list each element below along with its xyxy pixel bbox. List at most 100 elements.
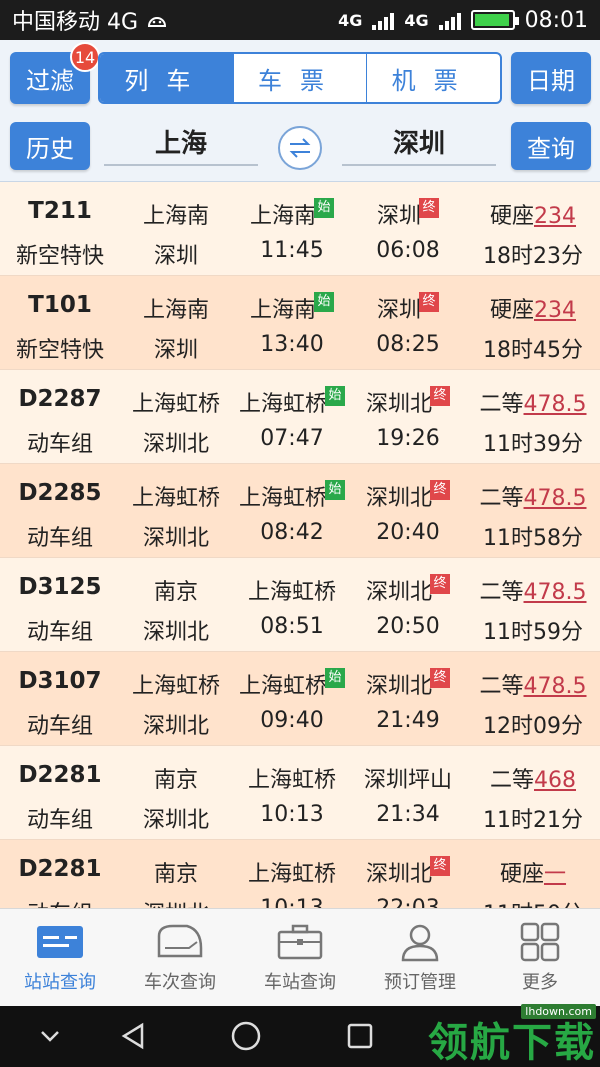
arrive-time-text: 06:08 bbox=[376, 238, 440, 263]
terminal-station: 深圳北 bbox=[118, 896, 234, 908]
watermark: lhdown.com 领航下载 bbox=[428, 1000, 596, 1067]
price-link[interactable]: 478.5 bbox=[524, 392, 587, 417]
end-tag: 终 bbox=[430, 856, 450, 876]
depart-station-text: 上海虹桥 bbox=[238, 674, 327, 699]
arrive-station: 深圳北终 bbox=[350, 668, 466, 700]
seat-class-text: 二等 bbox=[479, 392, 524, 417]
terminal-station-text: 深圳北 bbox=[142, 432, 209, 457]
train-type-text: 动车组 bbox=[26, 808, 93, 833]
table-row[interactable]: D2285 动车组 上海虹桥 深圳北 上海虹桥始 08:42 深圳北终 20:40 二等478.… bbox=[0, 464, 600, 558]
price-link[interactable]: 234 bbox=[534, 204, 576, 229]
nav-booking-manage-label: 预订管理 bbox=[384, 971, 456, 993]
nav-station-query[interactable]: 站站查询 bbox=[0, 909, 120, 1006]
seat-class: 硬座一 bbox=[466, 856, 600, 888]
depart-time: 07:47 bbox=[234, 426, 350, 451]
depart-time: 09:40 bbox=[234, 708, 350, 733]
home-icon[interactable] bbox=[230, 1020, 262, 1052]
search-button[interactable]: 查询 bbox=[511, 122, 591, 170]
tab-flight[interactable]: 机票 bbox=[366, 54, 500, 102]
depart-time-text: 13:40 bbox=[260, 332, 324, 357]
terminal-station: 深圳北 bbox=[118, 708, 234, 740]
arrive-station-text: 深圳北 bbox=[365, 674, 432, 699]
depart-time: 11:45 bbox=[234, 238, 350, 263]
price-link[interactable]: 一 bbox=[544, 862, 566, 887]
end-tag: 终 bbox=[430, 574, 450, 594]
depart-station: 上海虹桥 bbox=[234, 856, 350, 888]
table-row[interactable]: D2281动车组南京深圳北上海虹桥10:13深圳北终22:03硬座一11时50分 bbox=[0, 840, 600, 908]
arrive-station: 深圳坪山 bbox=[350, 762, 466, 794]
depart-time-text: 11:45 bbox=[260, 238, 324, 263]
depart-station-text: 上海南 bbox=[249, 298, 316, 323]
travel-duration: 11时21分 bbox=[466, 802, 600, 834]
travel-duration-text: 18时23分 bbox=[483, 244, 583, 269]
arrive-time: 08:25 bbox=[350, 332, 466, 357]
recents-icon[interactable] bbox=[344, 1020, 376, 1052]
arrive-station-text: 深圳北 bbox=[365, 486, 432, 511]
price-link[interactable]: 478.5 bbox=[524, 674, 587, 699]
filter-button[interactable]: 过滤 14 bbox=[10, 42, 100, 104]
signal-icon bbox=[372, 10, 395, 30]
depart-time-text: 10:13 bbox=[260, 802, 324, 827]
table-row[interactable]: T211 新空特快 上海南 深圳 上海南始 11:45 深圳终 06:08 硬座234 18时23… bbox=[0, 182, 600, 276]
travel-duration: 18时45分 bbox=[466, 332, 600, 364]
filter-label: 过滤 bbox=[26, 66, 74, 95]
back-icon[interactable] bbox=[118, 1020, 150, 1052]
price-link[interactable]: 468 bbox=[534, 768, 576, 793]
table-row[interactable]: T101 新空特快 上海南 深圳 上海南始 13:40 深圳终 08:25 硬座234 18时45… bbox=[0, 276, 600, 370]
bottom-nav: 站站查询 车次查询 车站查询 预订管理 更多 bbox=[0, 908, 600, 1006]
depart-station-text: 上海虹桥 bbox=[247, 862, 336, 887]
nav-station-info[interactable]: 车站查询 bbox=[240, 909, 360, 1006]
train-number: D3125 bbox=[0, 574, 120, 600]
tab-ticket[interactable]: 车票 bbox=[232, 54, 367, 102]
terminal-station-text: 深圳北 bbox=[142, 620, 209, 645]
carrier: 中国移动 4G bbox=[12, 4, 338, 36]
arrive-time: 20:40 bbox=[350, 520, 466, 545]
start-tag: 始 bbox=[325, 386, 345, 406]
swap-cities-icon[interactable] bbox=[278, 126, 322, 170]
arrive-time-text: 20:40 bbox=[376, 520, 440, 545]
table-row[interactable]: D2287 动车组 上海虹桥 深圳北 上海虹桥始 07:47 深圳北终 19:26 二等478.… bbox=[0, 370, 600, 464]
origin-station: 上海虹桥 bbox=[118, 668, 234, 700]
train-number-text: T211 bbox=[28, 198, 92, 224]
price-link[interactable]: 234 bbox=[534, 298, 576, 323]
date-button[interactable]: 日期 bbox=[511, 52, 591, 104]
tab-train[interactable]: 列车 bbox=[100, 54, 233, 102]
travel-duration-text: 11时39分 bbox=[483, 432, 583, 457]
search-toolbar: 过滤 14 列车 车票 机票 日期 历史 上海 深圳 查询 bbox=[0, 40, 600, 182]
nav-train-query[interactable]: 车次查询 bbox=[120, 909, 240, 1006]
seat-class: 二等478.5 bbox=[466, 480, 600, 512]
table-row[interactable]: D2281 动车组 南京 深圳北 上海虹桥 10:13 深圳坪山 21:34 二等468 11时2… bbox=[0, 746, 600, 840]
history-button[interactable]: 历史 bbox=[10, 122, 90, 170]
seat-class-text: 硬座 bbox=[499, 862, 544, 887]
depart-time-text: 07:47 bbox=[260, 426, 324, 451]
nav-booking-manage[interactable]: 预订管理 bbox=[360, 909, 480, 1006]
arrive-station-text: 深圳北 bbox=[365, 580, 432, 605]
depart-time-text: 09:40 bbox=[260, 708, 324, 733]
from-city-field[interactable]: 上海 bbox=[104, 124, 258, 166]
depart-time: 10:13 bbox=[234, 802, 350, 827]
arrive-time: 19:26 bbox=[350, 426, 466, 451]
nav-more[interactable]: 更多 bbox=[480, 909, 600, 1006]
terminal-station-text: 深圳 bbox=[153, 244, 198, 269]
nav-train-query-label: 车次查询 bbox=[144, 971, 216, 993]
train-type-text: 新空特快 bbox=[15, 338, 104, 363]
table-row[interactable]: D3125 动车组 南京 深圳北 上海虹桥 08:51 深圳北终 20:50 二等478.5 11… bbox=[0, 558, 600, 652]
carrier-label: 中国移动 4G bbox=[12, 10, 139, 35]
seat-class-text: 二等 bbox=[479, 674, 524, 699]
train-type-text: 动车组 bbox=[26, 432, 93, 457]
arrive-time-text: 22:03 bbox=[376, 896, 439, 908]
end-tag: 终 bbox=[419, 292, 439, 312]
train-type: 新空特快 bbox=[0, 238, 120, 270]
to-city-field[interactable]: 深圳 bbox=[342, 124, 496, 166]
filter-badge: 14 bbox=[70, 42, 100, 72]
train-number-text: D2287 bbox=[18, 386, 102, 412]
table-row[interactable]: D3107 动车组 上海虹桥 深圳北 上海虹桥始 09:40 深圳北终 21:49 二等478.… bbox=[0, 652, 600, 746]
arrive-time-text: 21:34 bbox=[376, 802, 440, 827]
train-list: T211 新空特快 上海南 深圳 上海南始 11:45 深圳终 06:08 硬座234 18时23… bbox=[0, 182, 600, 908]
price-link[interactable]: 478.5 bbox=[524, 486, 587, 511]
train-type-text: 动车组 bbox=[26, 714, 93, 739]
chevron-down-icon[interactable] bbox=[34, 1020, 66, 1052]
train-number-text: D2281 bbox=[18, 762, 102, 788]
grid-icon bbox=[520, 922, 560, 961]
price-link[interactable]: 478.5 bbox=[524, 580, 587, 605]
